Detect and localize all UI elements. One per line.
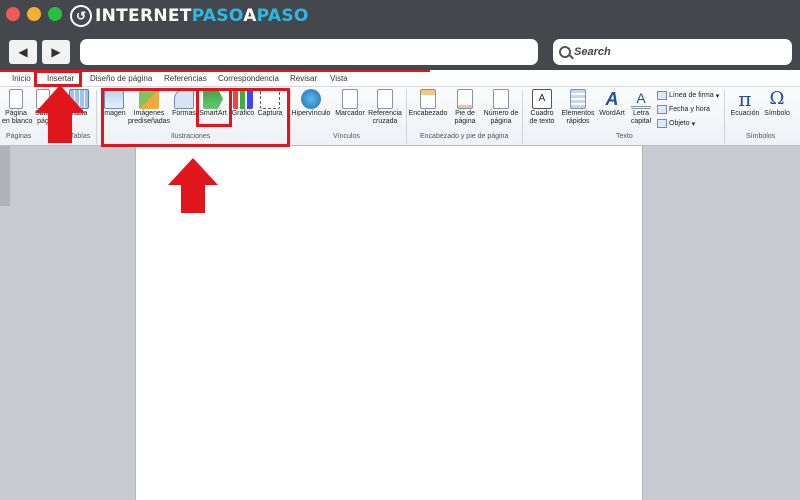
wordart-button[interactable]: A WordArt xyxy=(597,89,627,118)
equation-button[interactable]: π Ecuación xyxy=(728,89,762,118)
tab-inicio[interactable]: Inicio xyxy=(12,74,31,83)
group-label-texto: Texto xyxy=(616,133,633,140)
signature-line-button[interactable]: Línea de firma ▾ xyxy=(657,91,719,100)
header-button[interactable]: Encabezado xyxy=(408,89,448,118)
symbol-button[interactable]: Ω Símbolo xyxy=(762,89,792,118)
bookmark-icon xyxy=(342,89,358,109)
calendar-icon xyxy=(657,105,667,114)
ribbon-tabs: Inicio Insertar Diseño de página Referen… xyxy=(0,70,800,87)
signature-line-icon xyxy=(657,91,667,100)
page-number-icon xyxy=(493,89,509,109)
group-label-simbolos: Símbolos xyxy=(746,133,776,140)
forward-button[interactable]: ▶ xyxy=(42,40,70,64)
search-icon xyxy=(559,46,571,58)
hyperlink-button[interactable]: Hipervínculo xyxy=(291,89,331,118)
drop-cap-icon: A xyxy=(631,89,651,109)
footer-button[interactable]: Pie de página xyxy=(450,89,480,126)
document-area xyxy=(0,146,800,500)
group-label-encabezado: Encabezado y pie de página xyxy=(420,133,509,140)
tab-revisar[interactable]: Revisar xyxy=(290,74,317,83)
browser-chrome: ↺ INTERNETPASOAPASO ◀ ▶ Search xyxy=(0,0,800,70)
search-input[interactable]: Search xyxy=(553,39,792,65)
blank-page-icon xyxy=(9,89,23,109)
minimize-window-button[interactable] xyxy=(27,7,41,21)
quick-parts-button[interactable]: Elementos rápidos xyxy=(560,89,596,126)
logo-icon: ↺ xyxy=(70,5,92,27)
back-arrow-icon: ◀ xyxy=(18,45,28,59)
omega-icon: Ω xyxy=(769,88,785,109)
bookmark-button[interactable]: Marcador xyxy=(334,89,366,118)
back-button[interactable]: ◀ xyxy=(9,40,37,64)
logo-text: INTERNETPASOAPASO xyxy=(95,6,309,26)
arrow-up-insertar-icon xyxy=(35,85,85,143)
side-strip xyxy=(0,146,10,206)
group-label-vinculos: Vínculos xyxy=(333,133,360,140)
site-logo: ↺ INTERNETPASOAPASO xyxy=(70,2,309,30)
cross-reference-icon xyxy=(377,89,393,109)
wordart-icon: A xyxy=(605,89,619,109)
arrow-up-smartart-icon xyxy=(168,158,218,213)
highlight-smartart xyxy=(196,88,232,127)
maximize-window-button[interactable] xyxy=(48,7,62,21)
blank-page-button[interactable]: Página en blanco xyxy=(2,89,32,126)
header-icon xyxy=(420,89,436,109)
tab-referencias[interactable]: Referencias xyxy=(164,74,207,83)
date-time-button[interactable]: Fecha y hora xyxy=(657,105,710,114)
forward-arrow-icon: ▶ xyxy=(51,45,61,59)
globe-icon xyxy=(301,89,321,109)
cross-reference-button[interactable]: Referencia cruzada xyxy=(368,89,402,126)
quick-parts-icon xyxy=(570,89,586,109)
tab-correspondencia[interactable]: Correspondencia xyxy=(218,74,279,83)
group-label-paginas: Páginas xyxy=(6,133,32,140)
object-icon xyxy=(657,119,667,128)
text-box-icon: A xyxy=(532,89,552,109)
footer-icon xyxy=(457,89,473,109)
page-number-button[interactable]: Número de página xyxy=(482,89,520,126)
text-box-button[interactable]: A Cuadro de texto xyxy=(526,89,558,126)
tab-vista[interactable]: Vista xyxy=(330,74,348,83)
tab-diseno-pagina[interactable]: Diseño de página xyxy=(90,74,152,83)
object-button[interactable]: Objeto ▾ xyxy=(657,119,695,128)
drop-cap-button[interactable]: A Letra capital xyxy=(628,89,654,126)
pi-icon: π xyxy=(738,87,752,111)
search-placeholder: Search xyxy=(574,46,611,58)
close-window-button[interactable] xyxy=(6,7,20,21)
address-bar[interactable] xyxy=(80,39,538,65)
